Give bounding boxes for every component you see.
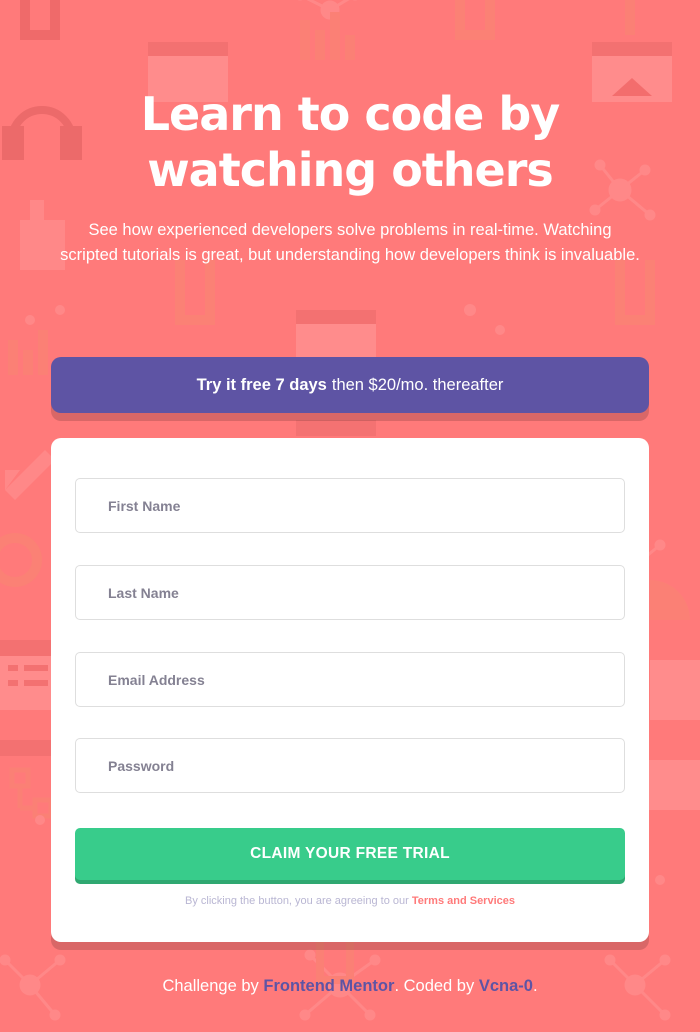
brackets-icon xyxy=(175,260,655,325)
brackets-icon xyxy=(20,0,60,40)
footer-middle: . Coded by xyxy=(394,977,475,995)
hero-title: Learn to code by watching others xyxy=(140,87,561,197)
hero-description: See how experienced developers solve pro… xyxy=(60,221,640,264)
password-input[interactable] xyxy=(75,738,625,793)
gear-globe-icon xyxy=(0,533,42,587)
footer-prefix: Challenge by xyxy=(162,977,259,995)
calendar-icon xyxy=(0,640,55,710)
footer-credit: Challenge by Frontend Mentor. Coded by V… xyxy=(0,977,700,996)
promo-rest: then $20/mo. thereafter xyxy=(331,375,504,394)
footer-suffix: . xyxy=(532,977,538,995)
brackets-icon xyxy=(455,0,635,40)
frontend-mentor-link[interactable]: Frontend Mentor xyxy=(263,977,394,995)
promo-banner: Try it free 7 days then $20/mo. thereaft… xyxy=(51,357,649,413)
mug-icon xyxy=(316,940,354,984)
last-name-input[interactable] xyxy=(75,565,625,620)
terms-prefix: By clicking the button, you are agreeing… xyxy=(184,895,409,907)
thumbs-up-icon xyxy=(20,200,65,270)
signup-form: CLAIM YOUR FREE TRIAL By clicking the bu… xyxy=(51,438,649,942)
first-name-input[interactable] xyxy=(75,478,625,533)
terms-note: By clicking the button, you are agreeing… xyxy=(51,895,649,907)
claim-trial-button[interactable]: CLAIM YOUR FREE TRIAL xyxy=(75,828,625,880)
flowchart-icon xyxy=(9,767,54,819)
rocket-icon xyxy=(5,450,55,500)
email-input[interactable] xyxy=(75,652,625,707)
terms-link[interactable]: Terms and Services xyxy=(412,895,515,907)
promo-highlight: Try it free 7 days xyxy=(196,375,327,394)
pie-chart-icon xyxy=(650,580,690,620)
author-link[interactable]: Vcna-0 xyxy=(479,977,533,995)
document-icon xyxy=(640,660,700,810)
